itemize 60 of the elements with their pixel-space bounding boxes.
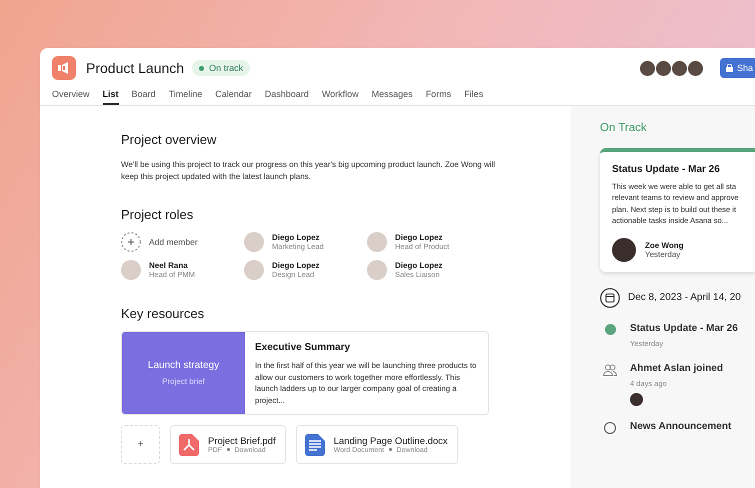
document-icon [304, 434, 325, 456]
tab[interactable]: Overview [52, 86, 90, 105]
tab[interactable]: List [102, 86, 119, 105]
tab[interactable]: Forms [426, 86, 452, 105]
member-name: Diego Lopez [395, 233, 444, 242]
tab[interactable]: Messages [372, 86, 413, 105]
add-member-icon[interactable] [121, 232, 141, 252]
date-range: Dec 8, 2023 - April 14, 20 [628, 292, 741, 304]
status-dot-icon [604, 324, 616, 335]
tab[interactable]: Timeline [168, 86, 202, 105]
people-icon [603, 364, 617, 376]
avatar [367, 232, 387, 252]
pdf-icon [179, 434, 199, 456]
member-name: Diego Lopez [272, 261, 320, 270]
resource-card[interactable] [121, 331, 489, 415]
avatar[interactable] [670, 60, 688, 76]
avatar [244, 260, 264, 280]
share-button[interactable]: Sha [720, 58, 755, 78]
cover-title: Launch strategy [148, 360, 220, 371]
avatar[interactable] [638, 60, 656, 76]
file-name: Project Brief.pdf [208, 436, 276, 446]
avatar [244, 232, 264, 252]
status-badge[interactable]: On track [192, 60, 250, 76]
message-icon [604, 422, 616, 434]
avatar [121, 260, 141, 280]
separator-dot [389, 448, 392, 451]
avatar[interactable] [654, 60, 672, 76]
avatar [612, 238, 636, 262]
tab[interactable]: Workflow [322, 86, 359, 105]
timeline-title: Ahmet Aslan joined [630, 362, 723, 374]
avatar [630, 392, 643, 406]
timeline-title: News Announcement [630, 420, 732, 432]
separator-dot [227, 448, 230, 451]
tab[interactable]: Board [132, 86, 156, 105]
section-heading: Key resources [121, 306, 206, 321]
tab[interactable]: Dashboard [264, 86, 309, 105]
cover-subtitle: Project brief [162, 377, 205, 386]
member-name: Diego Lopez [272, 233, 321, 242]
timeline-title: Status Update - Mar 26 [630, 322, 738, 334]
status-title: Status Update - Mar 26 [612, 164, 721, 175]
calendar-icon [600, 288, 620, 308]
section-heading: Project overview [121, 132, 218, 147]
avatar [367, 260, 387, 280]
avatar[interactable] [686, 60, 704, 76]
lock-icon [726, 64, 733, 72]
member-name: Neel Rana [149, 261, 189, 270]
post-time: Yesterday [645, 250, 681, 259]
summary-title: Executive Summary [255, 342, 352, 353]
overview-text: We'll be using this project to track our progress on this year's big upcoming product launch. Zoe Wong will keep this project updated with the latest launch plans. [121, 159, 496, 183]
tab[interactable]: Calendar [215, 86, 252, 105]
section-heading: Project roles [121, 207, 194, 222]
add-file-button[interactable]: + [121, 425, 160, 464]
status-heading: On Track [600, 122, 648, 134]
tab[interactable]: Files [464, 86, 484, 105]
member-name: Diego Lopez [395, 261, 443, 270]
add-member-label[interactable]: Add member [149, 237, 198, 247]
author-name: Zoe Wong [645, 240, 684, 250]
project-title: Product Launch [86, 60, 184, 76]
file-name: Landing Page Outline.docx [334, 436, 448, 446]
megaphone-icon [52, 56, 76, 80]
